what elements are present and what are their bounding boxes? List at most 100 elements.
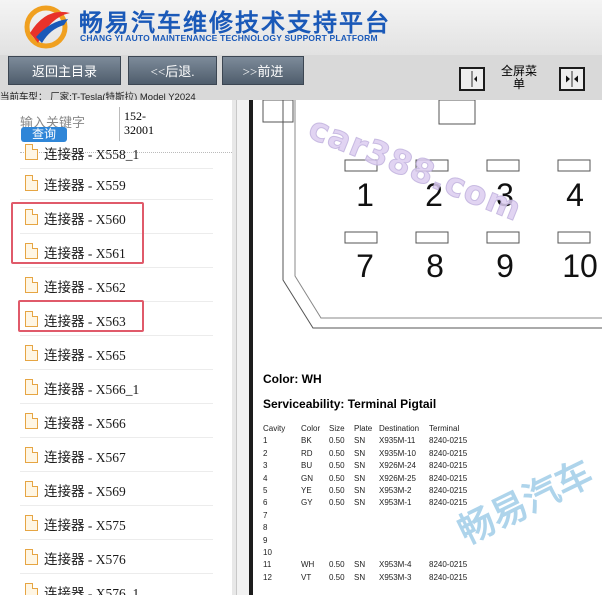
document-icon — [25, 379, 38, 395]
table-cell: SN — [354, 560, 366, 570]
connector-color-heading: Color: WH — [263, 372, 322, 386]
home-button[interactable]: 返回主目录 — [8, 56, 121, 85]
table-cell: 7 — [263, 510, 268, 520]
table-cell: 0.50 — [329, 461, 345, 471]
table-cell: X953M-1 — [379, 498, 412, 508]
tree-item-x559[interactable]: 连接器 - X559 — [20, 166, 213, 200]
col-header-cavity: Cavity — [263, 424, 286, 433]
tree-item-x566[interactable]: 连接器 - X566 — [20, 404, 213, 438]
table-cell: WH — [301, 560, 315, 570]
tree-item-x576[interactable]: 连接器 - X576 — [20, 540, 213, 574]
table-row: 5 YE 0.50 SN X953M-2 8240-0215 — [263, 485, 479, 497]
tree-item-x576-1[interactable]: 连接器 - X576_1 — [20, 574, 213, 595]
panel-expand-icon — [566, 71, 578, 87]
table-cell: SN — [354, 498, 366, 508]
search-code-field[interactable]: 152-32001 — [124, 109, 160, 137]
serviceability-heading: Serviceability: Terminal Pigtail — [263, 397, 437, 411]
forward-button[interactable]: >>前进 — [222, 56, 304, 85]
pin-label-8: 8 — [426, 248, 444, 284]
tree-item-label: 连接器 - X558_1 — [44, 147, 140, 162]
tree-item-x558-1[interactable]: 连接器 - X558_1 — [20, 135, 213, 169]
table-cell: VT — [301, 572, 312, 582]
document-icon — [25, 549, 38, 565]
expand-panel-button[interactable] — [559, 67, 585, 91]
tree-item-x562[interactable]: 连接器 - X562 — [20, 268, 213, 302]
cy-swoosh-logo-icon — [24, 5, 70, 49]
document-icon — [25, 481, 38, 497]
table-row: 9 — [263, 535, 479, 547]
table-cell: X953M-4 — [379, 560, 412, 570]
collapse-sidebar-button[interactable] — [459, 67, 485, 91]
tree-item-label: 连接器 - X565 — [44, 348, 126, 363]
table-cell: 11 — [263, 560, 272, 570]
pin-label-10: 10 — [562, 248, 598, 284]
table-row: 12 VT 0.50 SN X953M-3 8240-0215 — [263, 572, 479, 584]
fullscreen-menu-label[interactable]: 全屏菜单 — [497, 65, 541, 91]
document-icon — [25, 583, 38, 595]
platform-subtitle: CHANG YI AUTO MAINTENANCE TECHNOLOGY SUP… — [80, 33, 378, 43]
table-cell: 5 — [263, 486, 268, 496]
table-cell: 0.50 — [329, 486, 345, 496]
table-cell: SN — [354, 436, 366, 446]
table-cell — [379, 535, 429, 547]
panel-collapse-icon — [471, 71, 477, 87]
tree-item-x565[interactable]: 连接器 - X565 — [20, 336, 213, 370]
table-row: 3 BU 0.50 SN X926M-24 8240-0215 — [263, 460, 479, 472]
tree-item-label: 连接器 - X566 — [44, 416, 126, 431]
document-icon — [25, 447, 38, 463]
document-icon — [25, 413, 38, 429]
table-cell — [301, 535, 329, 547]
highlight-box-x560-x561 — [11, 202, 144, 264]
tree-item-x567[interactable]: 连接器 - X567 — [20, 438, 213, 472]
table-cell: 6 — [263, 498, 268, 508]
table-cell: X935M-11 — [379, 436, 416, 446]
table-cell — [354, 522, 379, 534]
table-cell: 8240-0215 — [429, 473, 468, 483]
table-header-row: Cavity Color Size Plate Destination Term… — [263, 423, 479, 435]
table-cell: 1 — [263, 436, 268, 446]
table-cell: 10 — [263, 548, 272, 558]
table-cell: 8240-0215 — [429, 560, 468, 570]
table-row: 2 RD 0.50 SN X935M-10 8240-0215 — [263, 448, 479, 460]
col-header-color: Color — [301, 424, 321, 433]
table-cell — [354, 510, 379, 522]
col-header-plate: Plate — [354, 424, 373, 433]
table-cell: X935M-10 — [379, 448, 416, 458]
tree-item-x575[interactable]: 连接器 - X575 — [20, 506, 213, 540]
table-cell — [379, 522, 429, 534]
pinout-table: Cavity Color Size Plate Destination Term… — [263, 423, 479, 584]
table-cell: BK — [301, 436, 312, 446]
table-row: 7 — [263, 510, 479, 522]
table-cell: YE — [301, 486, 312, 496]
table-cell: 8240-0215 — [429, 436, 468, 446]
tree-item-label: 连接器 - X576 — [44, 552, 126, 567]
table-cell: SN — [354, 448, 366, 458]
table-cell: X953M-2 — [379, 486, 412, 496]
table-cell — [329, 522, 354, 534]
table-cell: X926M-24 — [379, 461, 416, 471]
table-cell: 0.50 — [329, 436, 345, 446]
toolbar: 返回主目录 <<后退. >>前进 全屏菜单 当前车型： 厂家:T-Tesla(特… — [0, 55, 602, 103]
sidebar: 输入关键字 查询 152-32001 连接器 - X558_1 连接器 - X5… — [0, 100, 236, 595]
pin-label-1: 1 — [356, 177, 374, 213]
tree-item-label: 连接器 - X569 — [44, 484, 126, 499]
table-cell: 12 — [263, 572, 272, 582]
table-cell — [329, 547, 354, 559]
tree-item-x569[interactable]: 连接器 - X569 — [20, 472, 213, 506]
table-cell — [354, 547, 379, 559]
table-row: 11 WH 0.50 SN X953M-4 8240-0215 — [263, 559, 479, 571]
table-row: 6 GY 0.50 SN X953M-1 8240-0215 — [263, 497, 479, 509]
back-button[interactable]: <<后退. — [128, 56, 217, 85]
table-cell — [379, 510, 429, 522]
table-cell: X953M-3 — [379, 572, 412, 582]
app-window: 畅易汽车维修技术支持平台 CHANG YI AUTO MAINTENANCE T… — [0, 0, 602, 595]
table-cell: 8240-0215 — [429, 448, 468, 458]
table-cell: SN — [354, 473, 366, 483]
table-cell: SN — [354, 461, 366, 471]
table-cell: 0.50 — [329, 560, 345, 570]
pin-label-7: 7 — [356, 248, 374, 284]
table-cell — [354, 535, 379, 547]
table-cell: 0.50 — [329, 473, 345, 483]
table-cell — [379, 547, 429, 559]
tree-item-x566-1[interactable]: 连接器 - X566_1 — [20, 370, 213, 404]
